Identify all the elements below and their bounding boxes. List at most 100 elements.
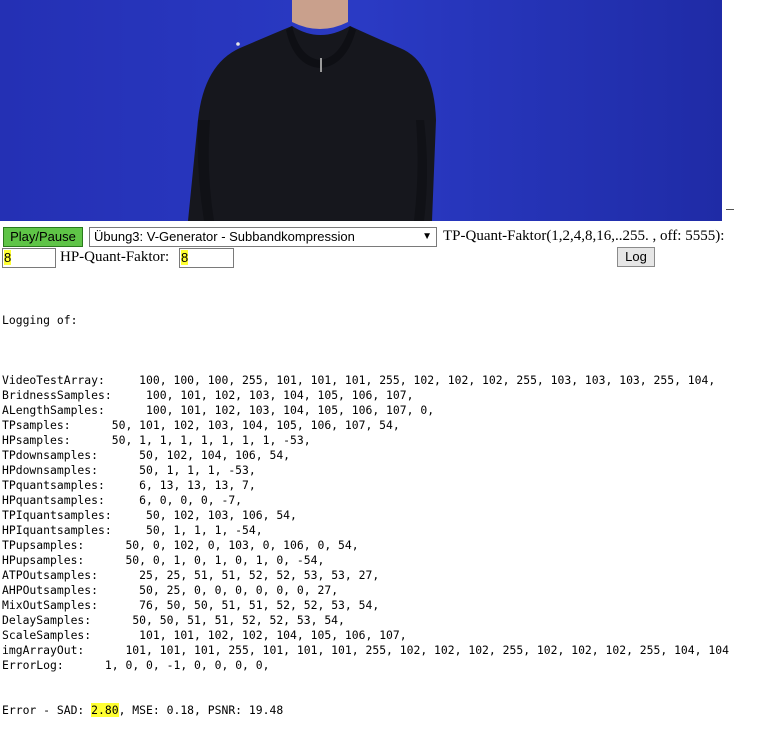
log-row-values: 6, 0, 0, 0, -7,	[139, 493, 243, 507]
log-row-gap	[105, 373, 139, 387]
mode-select[interactable]: Übung3: V-Generator - Subbandkompression…	[89, 227, 437, 247]
log-row-gap	[98, 598, 139, 612]
sad-value: 2.80	[91, 703, 119, 717]
log-row: TPIquantsamples: 50, 102, 103, 106, 54,	[2, 508, 756, 523]
log-row-name: ErrorLog:	[2, 658, 64, 672]
play-pause-button[interactable]: Play/Pause	[3, 227, 83, 247]
log-row-gap	[64, 658, 105, 672]
log-row-values: 76, 50, 50, 51, 51, 52, 52, 53, 54,	[139, 598, 380, 612]
log-row-gap	[112, 523, 146, 537]
log-row: BridnessSamples: 100, 101, 102, 103, 104…	[2, 388, 756, 403]
log-row-name: HPdownsamples:	[2, 463, 99, 477]
error-summary: Error - SAD: 2.80, MSE: 0.18, PSNR: 19.4…	[2, 703, 756, 718]
log-row-name: AHPOutsamples:	[2, 583, 99, 597]
log-row-values: 6, 13, 13, 13, 7,	[139, 478, 256, 492]
log-row-name: ALengthSamples:	[2, 403, 105, 417]
tp-quant-label: TP-Quant-Faktor(1,2,4,8,16,..255. , off:…	[443, 228, 725, 244]
log-row: ErrorLog: 1, 0, 0, -1, 0, 0, 0, 0,	[2, 658, 756, 673]
log-row-values: 100, 101, 102, 103, 104, 105, 106, 107,	[146, 388, 414, 402]
dropdown-arrow-icon: ▼	[422, 231, 432, 242]
log-row-name: DelaySamples:	[2, 613, 92, 627]
log-row-values: 50, 102, 104, 106, 54,	[139, 448, 291, 462]
log-button[interactable]: Log	[617, 247, 655, 267]
person-image	[0, 0, 722, 221]
log-row: HPIquantsamples: 50, 1, 1, 1, -54,	[2, 523, 756, 538]
log-output: Logging of: VideoTestArray: 100, 100, 10…	[2, 283, 756, 733]
log-row-values: 50, 50, 51, 51, 52, 52, 53, 54,	[132, 613, 345, 627]
log-row: ALengthSamples: 100, 101, 102, 103, 104,…	[2, 403, 756, 418]
log-row-values: 1, 0, 0, -1, 0, 0, 0, 0,	[104, 658, 270, 672]
log-row: HPdownsamples: 50, 1, 1, 1, -53,	[2, 463, 756, 478]
log-row-gap	[112, 388, 146, 402]
log-row-gap	[98, 568, 139, 582]
mode-select-value: Übung3: V-Generator - Subbandkompression	[94, 229, 355, 244]
log-row-values: 100, 101, 102, 103, 104, 105, 106, 107, …	[146, 403, 435, 417]
log-row-values: 50, 1, 1, 1, -54,	[146, 523, 263, 537]
log-row-values: 50, 1, 1, 1, -53,	[139, 463, 256, 477]
log-row: HPupsamples: 50, 0, 1, 0, 1, 0, 1, 0, -5…	[2, 553, 756, 568]
log-row: TPsamples: 50, 101, 102, 103, 104, 105, …	[2, 418, 756, 433]
log-row-name: BridnessSamples:	[2, 388, 112, 402]
log-row-name: HPupsamples:	[2, 553, 85, 567]
log-row-name: imgArrayOut:	[2, 643, 85, 657]
video-frame	[0, 0, 722, 221]
tp-quant-input[interactable]: 8	[2, 248, 56, 268]
log-row-values: 100, 100, 100, 255, 101, 101, 101, 255, …	[139, 373, 716, 387]
log-row-gap	[91, 613, 132, 627]
log-row-gap	[71, 418, 112, 432]
log-row-gap	[105, 493, 139, 507]
log-row-name: ATPOutsamples:	[2, 568, 99, 582]
log-row-gap	[112, 508, 146, 522]
log-row-name: ScaleSamples:	[2, 628, 92, 642]
log-row: TPupsamples: 50, 0, 102, 0, 103, 0, 106,…	[2, 538, 756, 553]
log-row-values: 50, 101, 102, 103, 104, 105, 106, 107, 5…	[111, 418, 400, 432]
tp-quant-value: 8	[4, 250, 12, 265]
log-row-gap	[84, 538, 125, 552]
log-row-values: 50, 0, 102, 0, 103, 0, 106, 0, 54,	[125, 538, 359, 552]
log-row: TPdownsamples: 50, 102, 104, 106, 54,	[2, 448, 756, 463]
log-row: HPsamples: 50, 1, 1, 1, 1, 1, 1, 1, -53,	[2, 433, 756, 448]
log-row-gap	[105, 403, 146, 417]
log-row-values: 50, 25, 0, 0, 0, 0, 0, 0, 27,	[139, 583, 339, 597]
log-row-name: TPIquantsamples:	[2, 508, 112, 522]
hp-quant-input[interactable]: 8	[179, 248, 234, 268]
log-row-name: TPdownsamples:	[2, 448, 99, 462]
log-row-values: 101, 101, 101, 255, 101, 101, 101, 255, …	[125, 643, 729, 657]
log-row-name: HPsamples:	[2, 433, 71, 447]
log-row-name: TPquantsamples:	[2, 478, 105, 492]
log-row: HPquantsamples: 6, 0, 0, 0, -7,	[2, 493, 756, 508]
log-row-gap	[105, 478, 139, 492]
log-row-gap	[98, 463, 139, 477]
log-row: ATPOutsamples: 25, 25, 51, 51, 52, 52, 5…	[2, 568, 756, 583]
log-row-name: TPsamples:	[2, 418, 71, 432]
log-row: imgArrayOut: 101, 101, 101, 255, 101, 10…	[2, 643, 756, 658]
log-row-values: 50, 102, 103, 106, 54,	[146, 508, 297, 522]
log-row-values: 50, 1, 1, 1, 1, 1, 1, 1, -53,	[111, 433, 311, 447]
log-row-gap	[91, 628, 139, 642]
error-prefix: Error - SAD:	[2, 703, 92, 717]
log-row-gap	[84, 643, 125, 657]
log-row: AHPOutsamples: 50, 25, 0, 0, 0, 0, 0, 0,…	[2, 583, 756, 598]
log-row: MixOutSamples: 76, 50, 50, 51, 51, 52, 5…	[2, 598, 756, 613]
log-row-name: TPupsamples:	[2, 538, 85, 552]
log-row-values: 25, 25, 51, 51, 52, 52, 53, 53, 27,	[139, 568, 380, 582]
log-row-values: 101, 101, 102, 102, 104, 105, 106, 107,	[139, 628, 407, 642]
hp-quant-value: 8	[181, 250, 189, 265]
error-suffix: , MSE: 0.18, PSNR: 19.48	[118, 703, 284, 717]
log-row-name: MixOutSamples:	[2, 598, 99, 612]
log-row-gap	[98, 448, 139, 462]
log-row-gap	[84, 553, 125, 567]
log-row-name: HPquantsamples:	[2, 493, 105, 507]
log-row: DelaySamples: 50, 50, 51, 51, 52, 52, 53…	[2, 613, 756, 628]
log-row: TPquantsamples: 6, 13, 13, 13, 7,	[2, 478, 756, 493]
log-row: VideoTestArray: 100, 100, 100, 255, 101,…	[2, 373, 756, 388]
video-edge-marker	[726, 209, 734, 210]
log-row-gap	[71, 433, 112, 447]
log-row: ScaleSamples: 101, 101, 102, 102, 104, 1…	[2, 628, 756, 643]
log-row-name: VideoTestArray:	[2, 373, 105, 387]
log-rows: VideoTestArray: 100, 100, 100, 255, 101,…	[2, 373, 756, 673]
log-row-values: 50, 0, 1, 0, 1, 0, 1, 0, -54,	[125, 553, 325, 567]
hp-quant-label: HP-Quant-Faktor:	[60, 249, 170, 265]
log-header: Logging of:	[2, 313, 78, 327]
log-row-gap	[98, 583, 139, 597]
